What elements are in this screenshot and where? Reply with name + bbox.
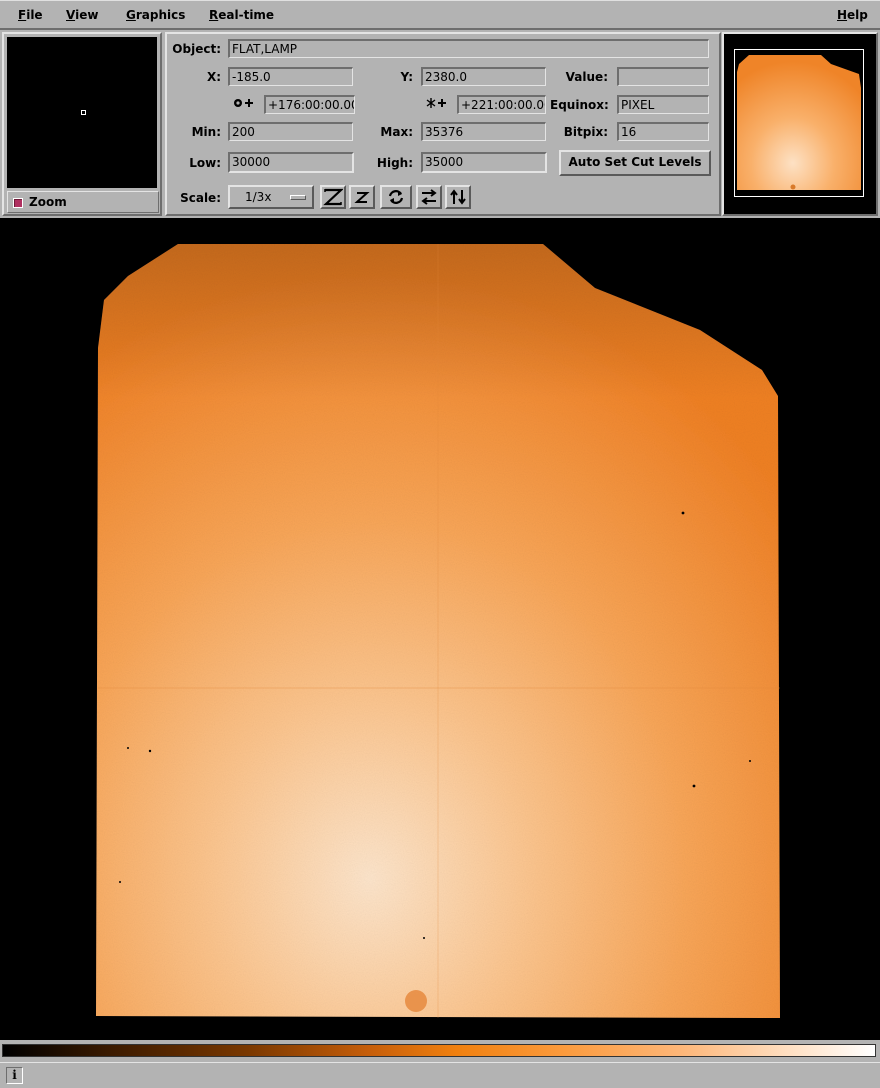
value-field: [617, 67, 709, 86]
menu-real-time[interactable]: Real-time: [209, 8, 274, 22]
flip-x-button[interactable]: [416, 185, 442, 209]
zoom-in-icon: [323, 188, 343, 206]
pan-viewport-box[interactable]: [734, 49, 864, 197]
zoom-view[interactable]: [7, 37, 157, 188]
ra-field: +176:00:00.000: [264, 95, 355, 114]
flat-field-image: [96, 244, 780, 1018]
min-field: 200: [228, 122, 353, 141]
scale-label: Scale:: [180, 191, 221, 205]
menubar: File View Graphics Real-time Help: [0, 0, 880, 30]
zoom-out-button[interactable]: [349, 185, 375, 209]
zoom-toggle-button[interactable]: Zoom: [7, 191, 159, 213]
menu-file[interactable]: File: [18, 8, 43, 22]
menu-graphics[interactable]: Graphics: [126, 8, 185, 22]
object-field: FLAT,LAMP: [228, 39, 709, 58]
high-cut-input[interactable]: 35000: [421, 152, 547, 173]
scale-option-menu[interactable]: 1/3x: [228, 185, 314, 209]
y-label: Y:: [400, 70, 413, 84]
info-panel: Object: FLAT,LAMP X: -185.0 Y: 2380.0 Va…: [165, 32, 721, 216]
bitpix-label: Bitpix:: [563, 125, 608, 139]
zoom-in-button[interactable]: [320, 185, 346, 209]
zoom-label: Zoom: [29, 195, 67, 209]
scale-value: 1/3x: [245, 190, 272, 204]
colorbar[interactable]: [2, 1044, 876, 1057]
pan-panel[interactable]: [722, 32, 878, 216]
low-cut-input[interactable]: 30000: [228, 152, 354, 173]
rotate-button[interactable]: [380, 185, 412, 209]
auto-set-cut-levels-button[interactable]: Auto Set Cut Levels: [559, 150, 711, 176]
bitpix-field: 16: [617, 122, 709, 141]
flip-y-icon: [450, 189, 466, 205]
max-label: Max:: [380, 125, 413, 139]
colorbar-panel: [0, 1040, 880, 1062]
pan-thumbnail-image: [737, 55, 861, 190]
zoom-cursor-marker: [81, 110, 86, 115]
menu-help[interactable]: Help: [837, 8, 868, 22]
option-menu-indicator-icon: [290, 195, 306, 200]
y-field: 2380.0: [421, 67, 546, 86]
flip-y-button[interactable]: [445, 185, 471, 209]
status-bar: i: [0, 1062, 880, 1088]
value-label: Value:: [565, 70, 608, 84]
info-icon[interactable]: i: [6, 1067, 23, 1084]
flip-x-icon: [421, 189, 437, 205]
zoom-out-icon: [354, 192, 370, 203]
dec-field: +221:00:00.00: [457, 95, 546, 114]
low-label: Low:: [189, 156, 221, 170]
menu-view[interactable]: View: [66, 8, 98, 22]
x-field: -185.0: [228, 67, 353, 86]
object-label: Object:: [172, 42, 221, 56]
max-field: 35376: [421, 122, 546, 141]
rotate-icon: [388, 190, 404, 204]
equinox-field: PIXEL: [617, 95, 709, 114]
min-label: Min:: [191, 125, 221, 139]
equinox-label: Equinox:: [550, 98, 609, 112]
x-label: X:: [206, 70, 221, 84]
ra-icon: [233, 97, 255, 112]
zoom-panel: Zoom: [2, 32, 162, 216]
zoom-checkbox[interactable]: [13, 198, 23, 208]
high-label: High:: [376, 156, 413, 170]
dec-icon: [426, 97, 448, 112]
image-display-canvas[interactable]: [0, 218, 880, 1040]
